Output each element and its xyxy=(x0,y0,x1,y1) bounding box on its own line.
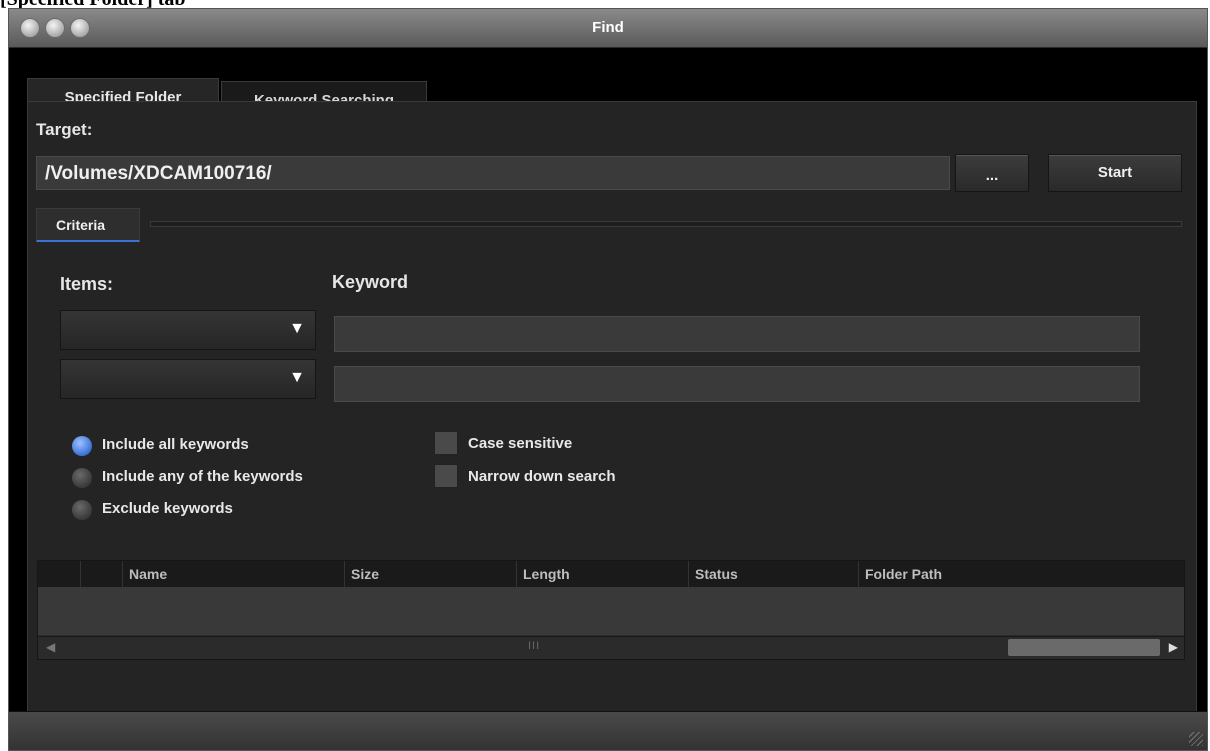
radio-include-all-label: Include all keywords xyxy=(102,436,249,453)
column-header-size[interactable]: Size xyxy=(344,561,516,587)
dropdown-arrow-icon: ▼ xyxy=(289,320,305,337)
tab-bar: Specified Folder Keyword Searching xyxy=(9,48,1207,110)
checkbox-narrow-down-label: Narrow down search xyxy=(468,468,616,485)
checkbox-case-sensitive-label: Case sensitive xyxy=(468,435,573,452)
column-header-folder-path[interactable]: Folder Path xyxy=(858,561,1184,587)
find-window: Find Specified Folder Keyword Searching … xyxy=(8,8,1208,751)
dropdown-arrow-icon: ▼ xyxy=(289,369,305,386)
browse-button[interactable]: ... xyxy=(955,154,1029,192)
target-label: Target: xyxy=(36,120,93,139)
checkbox-narrow-down[interactable] xyxy=(434,464,458,488)
column-header-select[interactable] xyxy=(38,561,80,587)
keyword-label: Keyword xyxy=(332,272,409,292)
criteria-divider xyxy=(150,221,1182,227)
column-header-status[interactable]: Status xyxy=(688,561,858,587)
keyword-field-2[interactable] xyxy=(334,366,1140,402)
results-table-header: Name Size Length Status Folder Path xyxy=(38,561,1184,588)
scroll-thumb[interactable] xyxy=(1008,639,1160,656)
radio-include-any-label: Include any of the keywords xyxy=(102,468,303,485)
column-header-name[interactable]: Name xyxy=(122,561,344,587)
resize-grip-icon[interactable] xyxy=(1189,732,1203,746)
target-path-field[interactable]: /Volumes/XDCAM100716/ xyxy=(36,156,950,190)
item-select-2[interactable]: ▼ xyxy=(60,359,316,399)
criteria-tab-label: Criteria xyxy=(56,217,106,233)
start-button[interactable]: Start xyxy=(1048,154,1182,192)
column-header-icon[interactable] xyxy=(80,561,122,587)
column-header-length[interactable]: Length xyxy=(516,561,688,587)
window-title: Find xyxy=(592,19,624,36)
radio-exclude[interactable] xyxy=(72,500,92,520)
results-table[interactable]: Name Size Length Status Folder Path ◀ II… xyxy=(37,560,1185,660)
scroll-center-grip-icon: III xyxy=(528,640,541,652)
specified-folder-panel: Target: /Volumes/XDCAM100716/ ... Start … xyxy=(27,101,1197,712)
radio-include-any[interactable] xyxy=(72,468,92,488)
checkbox-case-sensitive[interactable] xyxy=(434,431,458,455)
title-bar[interactable]: Find xyxy=(9,9,1207,48)
items-label: Items: xyxy=(60,274,114,294)
scroll-left-arrow-icon[interactable]: ◀ xyxy=(46,640,55,654)
horizontal-scrollbar[interactable]: ◀ III ▶ xyxy=(38,636,1184,659)
results-table-body[interactable] xyxy=(38,587,1184,635)
criteria-tab[interactable]: Criteria xyxy=(36,208,140,242)
scroll-right-arrow-icon[interactable]: ▶ xyxy=(1169,640,1178,654)
status-bar xyxy=(9,711,1207,750)
item-select-1[interactable]: ▼ xyxy=(60,310,316,350)
keyword-field-1[interactable] xyxy=(334,316,1140,352)
radio-exclude-label: Exclude keywords xyxy=(102,500,233,517)
radio-include-all[interactable] xyxy=(72,436,92,456)
